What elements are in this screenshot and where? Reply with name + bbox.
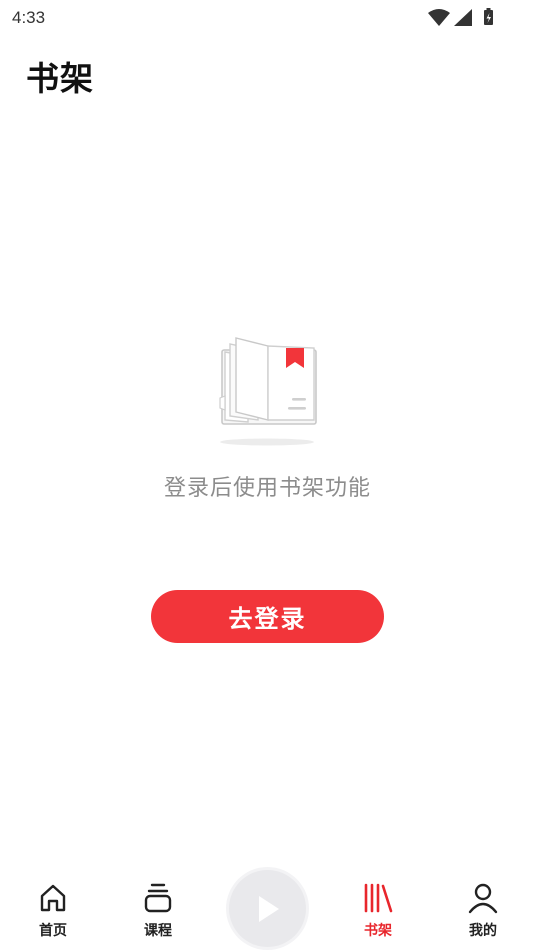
status-bar: 4:33 [0,0,535,36]
tab-profile-label: 我的 [469,923,497,939]
profile-icon [468,883,498,914]
tab-home-label: 首页 [39,923,67,939]
cellular-signal-icon [454,9,472,26]
empty-state-message: 登录后使用书架功能 [163,476,371,501]
tab-course[interactable]: 课程 [128,882,188,946]
status-time: 4:33 [12,8,46,27]
page-title: 书架 [26,59,94,98]
home-icon [40,884,66,912]
tab-home[interactable]: 首页 [23,882,83,946]
tab-profile[interactable]: 我的 [453,882,513,946]
status-icons [428,8,498,28]
player-button[interactable] [229,870,306,947]
login-button[interactable]: 去登录 [151,590,384,643]
open-book-bookmark-icon [212,332,324,448]
play-icon [258,895,279,922]
course-stack-icon [144,883,172,913]
tab-course-label: 课程 [144,923,172,939]
battery-charging-icon [484,8,493,25]
wifi-icon [428,9,450,26]
tab-bookshelf-label: 书架 [364,923,392,939]
bookshelf-icon [364,883,393,913]
tab-bookshelf[interactable]: 书架 [348,882,408,946]
